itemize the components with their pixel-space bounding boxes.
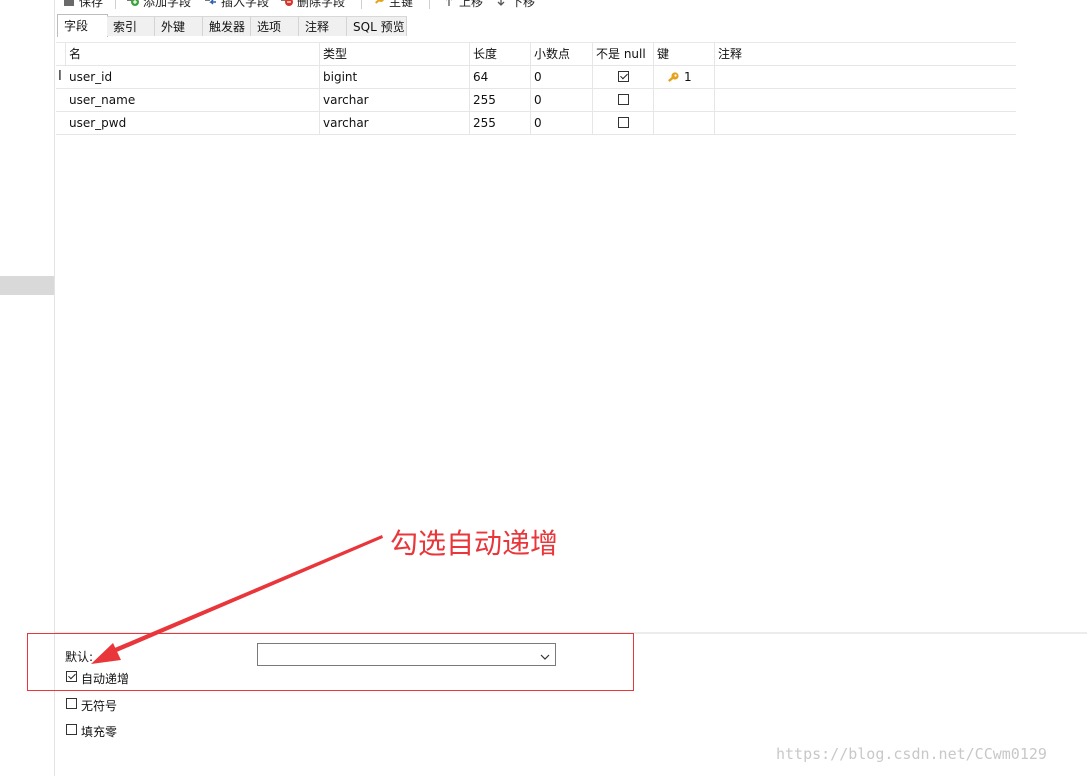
tab-comment[interactable]: 注释 — [299, 16, 347, 36]
move-down-button[interactable]: 下移 — [495, 0, 536, 9]
column-header-key[interactable]: 键 — [654, 43, 715, 65]
fields-grid: 名 类型 长度 小数点 不是 null 键 注释 I user_id bigin… — [56, 42, 1016, 135]
arrow-up-icon — [443, 0, 455, 7]
cell-length[interactable]: 255 — [470, 89, 531, 111]
tab-triggers[interactable]: 触发器 — [203, 16, 251, 36]
left-panel-selected-item[interactable] — [0, 276, 54, 295]
row-indicator: I — [56, 66, 66, 88]
cell-name[interactable]: user_id — [66, 66, 320, 88]
tab-sql-preview[interactable]: SQL 预览 — [347, 16, 407, 36]
primary-key-button[interactable]: 主键 — [373, 0, 414, 9]
save-icon — [63, 0, 75, 7]
cell-type[interactable]: varchar — [320, 89, 470, 111]
toolbar-divider — [429, 0, 430, 9]
column-header-name[interactable]: 名 — [66, 43, 320, 65]
unsigned-checkbox[interactable] — [66, 698, 77, 709]
tab-indexes[interactable]: 索引 — [107, 16, 155, 36]
tab-fields[interactable]: 字段 — [57, 14, 108, 37]
insert-field-icon — [205, 0, 217, 7]
insert-field-label: 插入字段 — [221, 0, 270, 9]
cell-name[interactable]: user_name — [66, 89, 320, 111]
cell-not-null — [593, 89, 654, 111]
tab-options[interactable]: 选项 — [251, 16, 299, 36]
cell-type[interactable]: bigint — [320, 66, 470, 88]
insert-field-button[interactable]: 插入字段 — [205, 0, 270, 9]
grid-header-row: 名 类型 长度 小数点 不是 null 键 注释 — [56, 42, 1016, 66]
column-header-not-null[interactable]: 不是 null — [593, 43, 654, 65]
key-icon — [373, 0, 385, 7]
zerofill-checkbox[interactable] — [66, 724, 77, 735]
move-up-button[interactable]: 上移 — [443, 0, 484, 9]
tab-bar: 字段 索引 外键 触发器 选项 注释 SQL 预览 — [55, 14, 1087, 37]
table-row[interactable]: I user_id bigint 64 0 1 — [56, 66, 1016, 89]
cell-comment[interactable] — [715, 89, 1016, 111]
cell-name[interactable]: user_pwd — [66, 112, 320, 134]
arrow-down-icon — [495, 0, 507, 7]
cell-comment[interactable] — [715, 66, 1016, 88]
move-down-label: 下移 — [511, 0, 536, 9]
key-icon — [666, 70, 680, 88]
save-label: 保存 — [79, 0, 104, 9]
row-indicator — [56, 89, 66, 111]
cell-not-null — [593, 66, 654, 88]
cell-key[interactable] — [654, 89, 715, 111]
save-button[interactable]: 保存 — [63, 0, 104, 9]
zerofill-label[interactable]: 填充零 — [81, 723, 117, 740]
move-up-label: 上移 — [459, 0, 484, 9]
delete-field-label: 删除字段 — [297, 0, 346, 9]
cell-length[interactable]: 64 — [470, 66, 531, 88]
row-indicator-header — [56, 43, 66, 65]
cell-length[interactable]: 255 — [470, 112, 531, 134]
cell-decimals[interactable]: 0 — [531, 112, 593, 134]
tab-foreign-keys[interactable]: 外键 — [155, 16, 203, 36]
delete-field-button[interactable]: 删除字段 — [281, 0, 346, 9]
add-field-icon — [127, 0, 139, 7]
cell-type[interactable]: varchar — [320, 112, 470, 134]
cell-key[interactable]: 1 — [654, 66, 715, 88]
annotation-text: 勾选自动递增 — [390, 527, 559, 560]
unsigned-label[interactable]: 无符号 — [81, 697, 117, 714]
toolbar-divider — [115, 0, 116, 9]
table-row[interactable]: user_name varchar 255 0 — [56, 89, 1016, 112]
annotation-highlight-box — [27, 633, 634, 691]
cell-comment[interactable] — [715, 112, 1016, 134]
delete-field-icon — [281, 0, 293, 7]
key-order: 1 — [684, 70, 692, 84]
toolbar: 保存 添加字段 插入字段 删除字段 主键 上移 下移 — [55, 0, 1087, 9]
cell-decimals[interactable]: 0 — [531, 66, 593, 88]
not-null-checkbox[interactable] — [618, 94, 629, 105]
table-row[interactable]: user_pwd varchar 255 0 — [56, 112, 1016, 135]
add-field-label: 添加字段 — [143, 0, 192, 9]
cell-decimals[interactable]: 0 — [531, 89, 593, 111]
cell-key[interactable] — [654, 112, 715, 134]
add-field-button[interactable]: 添加字段 — [127, 0, 192, 9]
toolbar-divider — [361, 0, 362, 9]
not-null-checkbox[interactable] — [618, 71, 629, 82]
column-header-decimals[interactable]: 小数点 — [531, 43, 593, 65]
primary-key-label: 主键 — [389, 0, 414, 9]
not-null-checkbox[interactable] — [618, 117, 629, 128]
watermark: https://blog.csdn.net/CCwm0129 — [776, 745, 1047, 763]
text-cursor-marker: I — [58, 69, 62, 84]
cell-not-null — [593, 112, 654, 134]
row-indicator — [56, 112, 66, 134]
column-header-comment[interactable]: 注释 — [715, 43, 1016, 65]
column-header-type[interactable]: 类型 — [320, 43, 470, 65]
column-header-length[interactable]: 长度 — [470, 43, 531, 65]
